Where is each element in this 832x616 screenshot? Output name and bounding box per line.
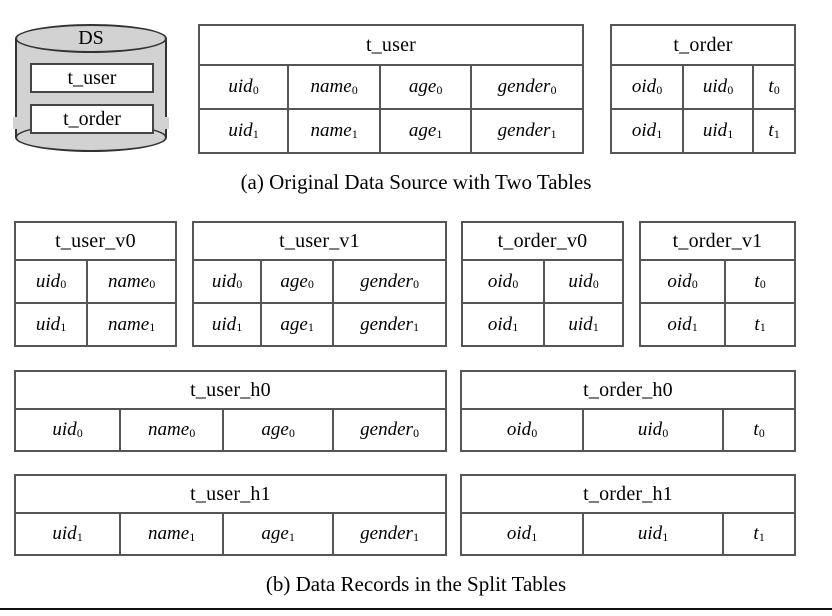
- table-row: oid 0 uid 0: [463, 261, 622, 302]
- table-cell: t0: [722, 410, 794, 450]
- table-t-user-h1: t_user_h1 uid 1 name 1 age 1 gender 1: [14, 474, 447, 556]
- table-t-user: t_user uid 0 name 0 age 0 gender 0 uid 1 name…: [198, 24, 584, 154]
- table-row: uid 0 name 0 age 0 gender 0: [16, 410, 445, 450]
- table-cell: uid 1: [35, 313, 67, 335]
- table-row: oid 0 uid 0 t0: [612, 66, 794, 108]
- table-cell: uid 1: [543, 304, 622, 345]
- data-source-table-label: t_user: [67, 66, 117, 89]
- table-cell: age 0: [379, 66, 470, 108]
- table-row: oid 1 uid 1 t1: [462, 514, 794, 554]
- table-cell: gender 1: [332, 514, 445, 554]
- table-cell: t0: [724, 261, 794, 302]
- table-cell: t1: [752, 110, 794, 152]
- figure-bottom-rule: [0, 608, 832, 610]
- table-t-order-v0: t_order_v0 oid 0 uid 0 oid 1 uid 1: [461, 221, 624, 347]
- table-cell: gender 0: [470, 66, 582, 108]
- table-title: t_user_h0: [16, 372, 445, 410]
- table-cell: age 1: [222, 514, 332, 554]
- table-cell: t1: [722, 514, 794, 554]
- table-row: oid 1 uid 1: [463, 302, 622, 345]
- table-t-user-v1: t_user_v1 uid 0 age 0 gender 0 uid 1 age 1 ge…: [192, 221, 447, 347]
- data-source-cylinder: DS t_user t_order: [12, 22, 172, 154]
- table-cell: name 1: [119, 514, 222, 554]
- table-row: uid 0 name 0: [16, 261, 175, 302]
- table-t-user-h0: t_user_h0 uid 0 name 0 age 0 gender 0: [14, 370, 447, 452]
- table-row: oid 0 t0: [641, 261, 794, 302]
- table-cell: t1: [724, 304, 794, 345]
- table-cell: uid 1: [228, 120, 259, 141]
- caption-b: (b) Data Records in the Split Tables: [265, 572, 567, 596]
- table-cell: name 0: [287, 66, 379, 108]
- table-cell: age 1: [379, 110, 470, 152]
- table-t-order-h0: t_order_h0 oid 0 uid 0 t0: [460, 370, 796, 452]
- table-cell: oid 1: [631, 120, 663, 141]
- table-cell: uid 0: [682, 66, 752, 108]
- table-cell: gender 1: [470, 110, 582, 152]
- table-cell: age 1: [260, 304, 332, 345]
- table-cell: name 0: [119, 410, 222, 450]
- table-cell: oid 0: [667, 270, 698, 292]
- table-cell: oid 1: [667, 313, 698, 335]
- table-cell: uid 1: [52, 523, 83, 544]
- table-t-order-h1: t_order_h1 oid 1 uid 1 t1: [460, 474, 796, 556]
- table-row: uid 1 age 1 gender 1: [194, 302, 445, 345]
- table-cell: oid 0: [487, 270, 519, 292]
- table-cell: uid 0: [35, 270, 67, 292]
- table-cell: name 0: [86, 261, 175, 302]
- table-cell: gender 0: [332, 261, 445, 302]
- data-source-label: DS: [78, 27, 104, 49]
- table-cell: uid 0: [543, 261, 622, 302]
- table-t-order: t_order oid 0 uid 0 t0 oid 1 uid 1 t1: [610, 24, 796, 154]
- table-cell: age 0: [260, 261, 332, 302]
- table-cell: oid 1: [487, 313, 519, 335]
- table-title: t_user_h1: [16, 476, 445, 514]
- table-cell: age 0: [222, 410, 332, 450]
- table-row: uid 0 age 0 gender 0: [194, 261, 445, 302]
- table-row: oid 0 uid 0 t0: [462, 410, 794, 450]
- table-title: t_order_v1: [641, 223, 794, 261]
- table-cell: oid 0: [506, 419, 538, 440]
- data-source-table-label: t_order: [63, 107, 121, 130]
- data-source-table-t-order: t_order: [30, 104, 154, 134]
- table-title: t_user: [200, 26, 582, 66]
- table-title: t_user_v1: [194, 223, 445, 261]
- table-row: oid 1 uid 1 t1: [612, 108, 794, 152]
- table-cell: oid 1: [506, 523, 538, 544]
- table-cell: oid 0: [631, 76, 663, 97]
- table-cell: uid 1: [582, 514, 722, 554]
- table-cell: uid 1: [682, 110, 752, 152]
- table-row: oid 1 t1: [641, 302, 794, 345]
- table-row: uid 1 name 1 age 1 gender 1: [16, 514, 445, 554]
- data-source-table-t-user: t_user: [30, 63, 154, 93]
- table-cell: gender 0: [332, 410, 445, 450]
- table-cell: name 1: [287, 110, 379, 152]
- table-row: uid 1 name 1 age 1 gender 1: [200, 108, 582, 152]
- table-cell: t0: [752, 66, 794, 108]
- table-t-user-v0: t_user_v0 uid 0 name 0 uid 1 name 1: [14, 221, 177, 347]
- table-t-order-v1: t_order_v1 oid 0 t0 oid 1 t1: [639, 221, 796, 347]
- caption-a: (a) Original Data Source with Two Tables: [240, 170, 592, 194]
- table-cell: uid 1: [211, 313, 243, 335]
- table-row: uid 0 name 0 age 0 gender 0: [200, 66, 582, 108]
- table-title: t_order_v0: [463, 223, 622, 261]
- table-title: t_order_h0: [462, 372, 794, 410]
- table-cell: gender 1: [332, 304, 445, 345]
- table-cell: uid 0: [582, 410, 722, 450]
- table-title: t_order: [612, 26, 794, 66]
- table-row: uid 1 name 1: [16, 302, 175, 345]
- table-cell: name 1: [86, 304, 175, 345]
- table-title: t_order_h1: [462, 476, 794, 514]
- table-cell: uid 0: [228, 76, 259, 97]
- table-cell: uid 0: [52, 419, 83, 440]
- table-title: t_user_v0: [16, 223, 175, 261]
- table-cell: uid 0: [211, 270, 243, 292]
